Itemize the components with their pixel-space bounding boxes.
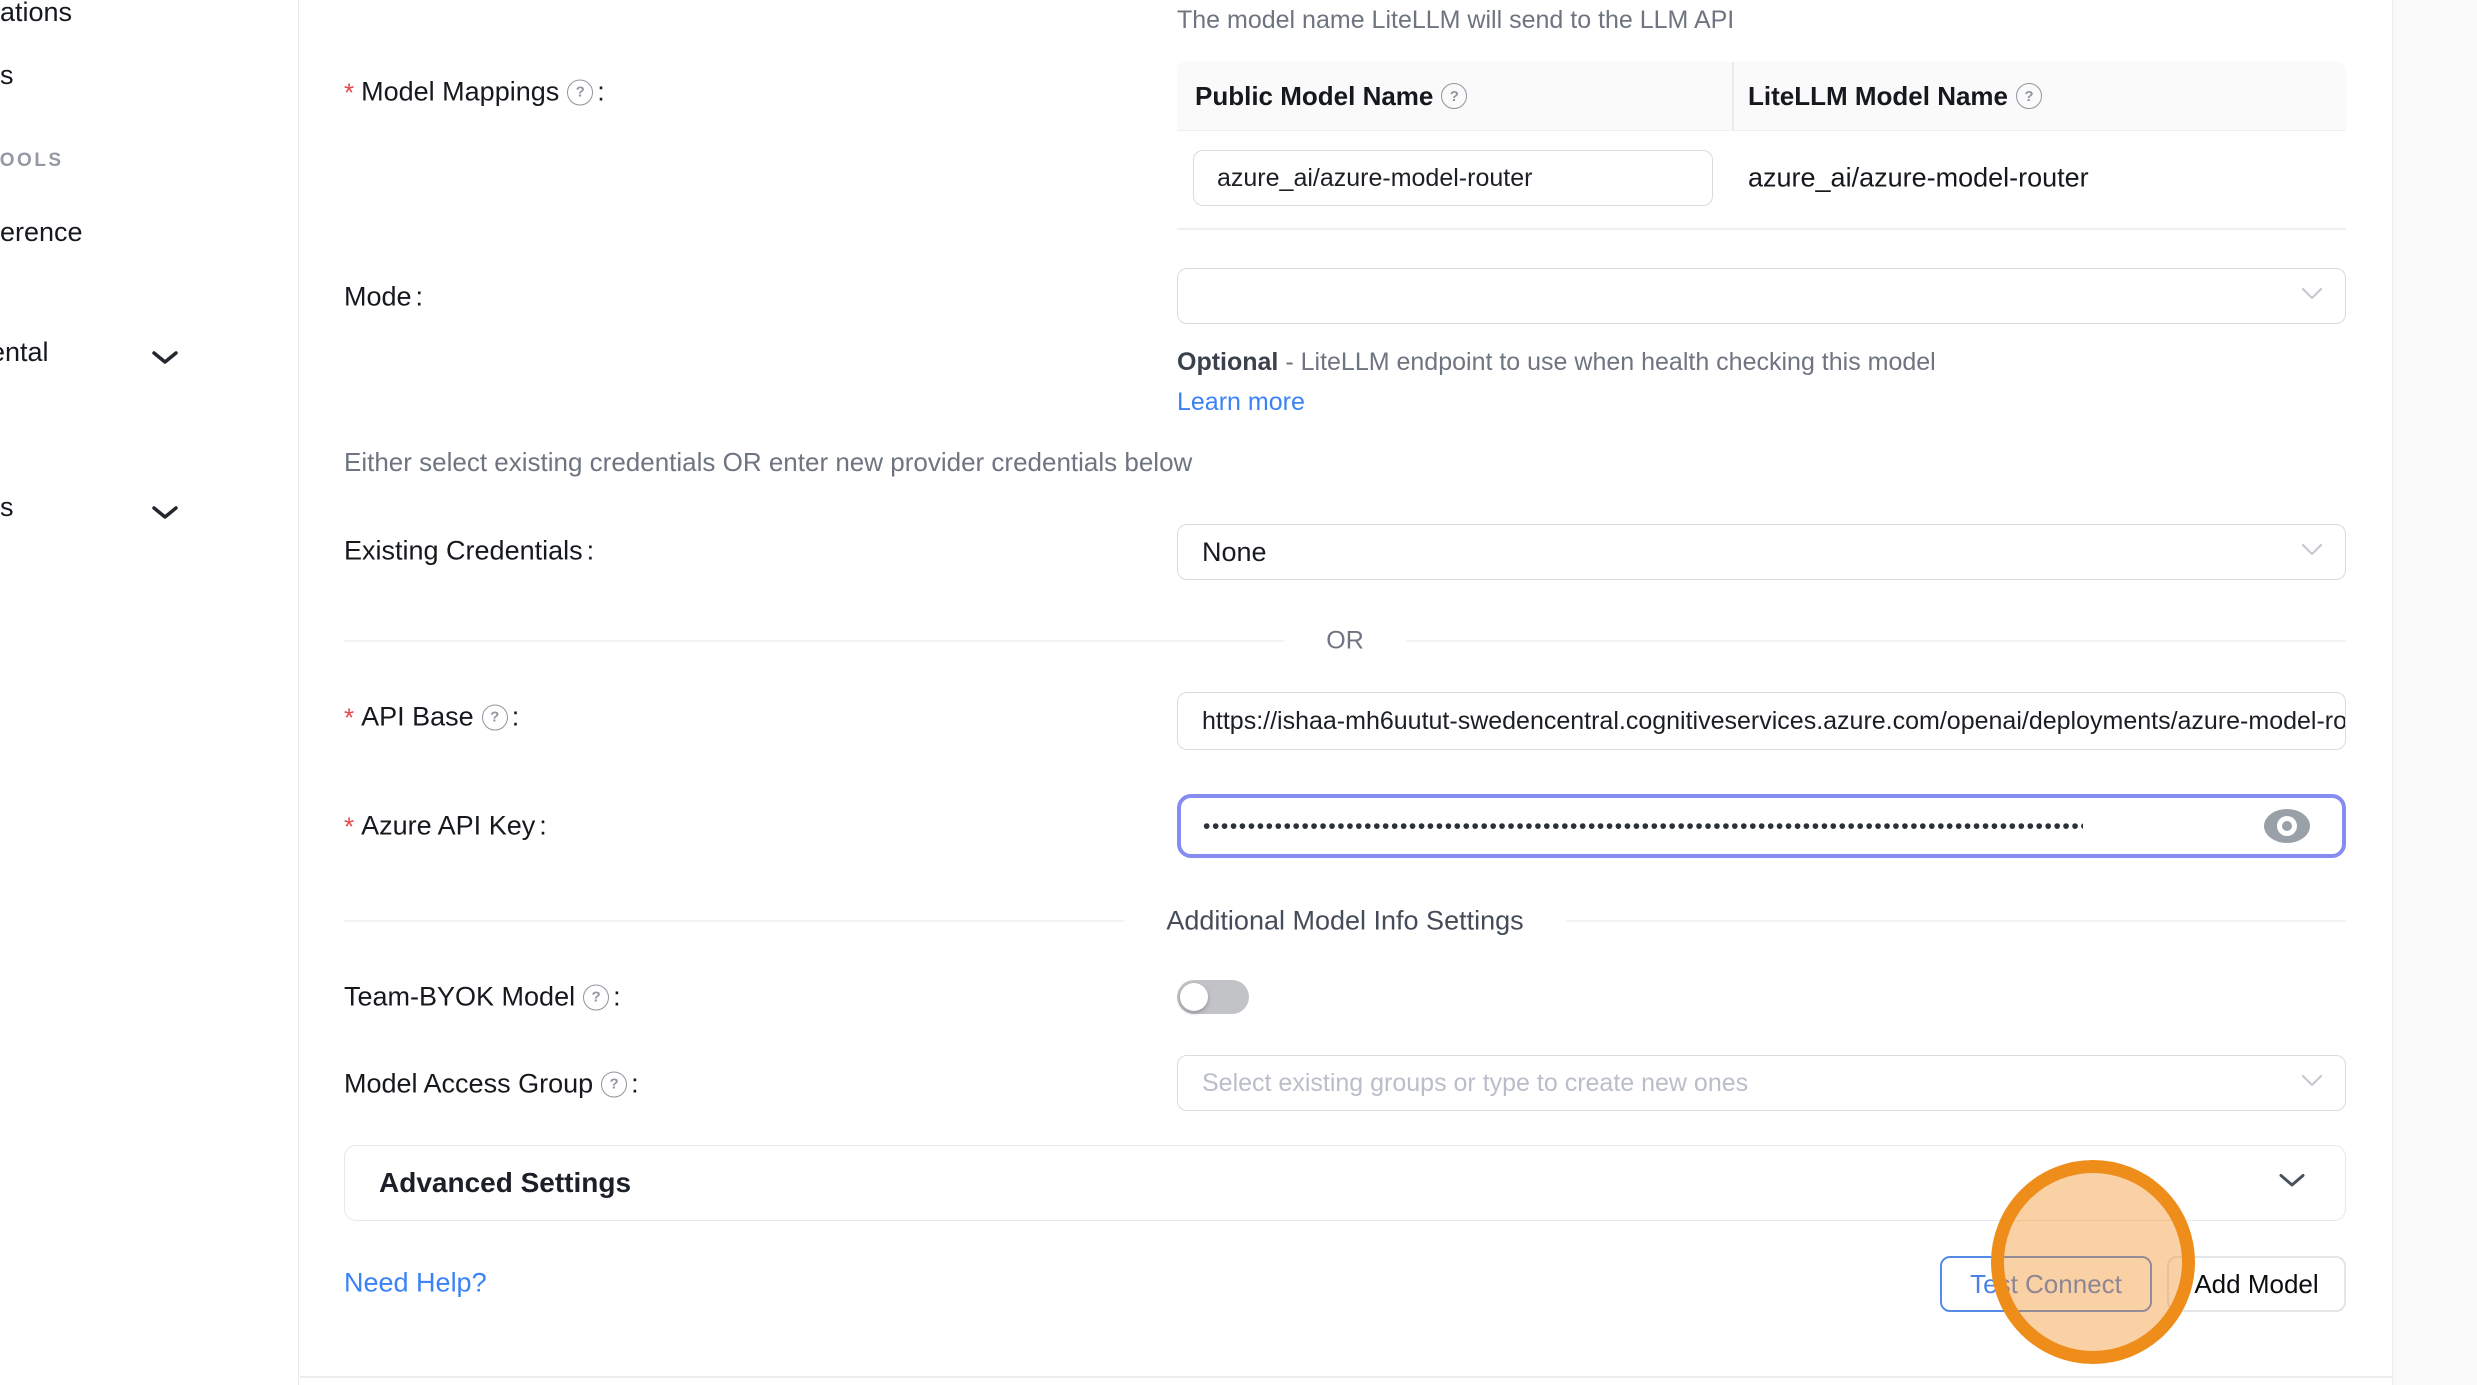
help-icon[interactable]	[583, 984, 609, 1010]
sidebar-item-reference[interactable]: erence	[0, 217, 83, 248]
chevron-down-icon[interactable]	[152, 350, 178, 370]
required-asterisk: *	[344, 79, 354, 105]
sidebar-section-tools: TOOLS	[0, 150, 64, 172]
model-access-group-label: Model Access Group :	[344, 1069, 639, 1100]
help-icon[interactable]	[1441, 83, 1467, 109]
toggle-knob	[1180, 983, 1208, 1011]
chevron-down-icon	[2301, 543, 2323, 561]
add-model-form-page: ations s TOOLS erence ental s The model …	[0, 0, 2477, 1385]
table-column-divider	[1732, 62, 1734, 130]
mode-hint-text: Optional - LiteLLM endpoint to use when …	[1177, 342, 1992, 422]
credentials-note: Either select existing credentials OR en…	[344, 447, 1192, 478]
chevron-down-icon	[2301, 1074, 2323, 1092]
model-mappings-label: * Model Mappings :	[344, 77, 605, 108]
sidebar-item-experimental[interactable]: ental	[0, 337, 49, 368]
or-divider: OR	[344, 627, 2346, 656]
add-model-button[interactable]: Add Model	[2167, 1256, 2346, 1312]
learn-more-link[interactable]: Learn more	[1177, 388, 1305, 416]
advanced-settings-panel[interactable]: Advanced Settings	[344, 1145, 2346, 1221]
help-icon[interactable]	[482, 704, 508, 730]
azure-api-key-input[interactable]: ••••••••••••••••••••••••••••••••••••••••…	[1177, 794, 2346, 858]
existing-credentials-label: Existing Credentials:	[344, 536, 594, 567]
card-bottom-border	[300, 1376, 2392, 1378]
api-base-label: * API Base :	[344, 702, 519, 733]
chevron-down-icon[interactable]	[152, 505, 178, 525]
divider-line	[344, 640, 1284, 642]
litellm-model-name-value: azure_ai/azure-model-router	[1748, 163, 2089, 194]
team-byok-label: Team-BYOK Model :	[344, 982, 621, 1013]
divider-line	[1566, 920, 2346, 922]
sidebar-item-models[interactable]: s	[0, 60, 14, 91]
page-background-right	[2392, 0, 2477, 1385]
need-help-link[interactable]: Need Help?	[344, 1268, 487, 1299]
test-connect-button[interactable]: Test Connect	[1940, 1256, 2152, 1312]
model-access-group-select[interactable]: Select existing groups or type to create…	[1177, 1055, 2346, 1111]
masked-password-value: ••••••••••••••••••••••••••••••••••••••••…	[1181, 816, 2083, 837]
help-icon[interactable]	[601, 1071, 627, 1097]
sidebar-item-organizations[interactable]: ations	[0, 0, 72, 28]
column-header-litellm-model-name: LiteLLM Model Name	[1748, 62, 2042, 130]
api-base-input[interactable]: https://ishaa-mh6uutut-swedencentral.cog…	[1177, 692, 2346, 750]
sidebar-item-settings[interactable]: s	[0, 492, 14, 523]
existing-credentials-select[interactable]: None	[1177, 524, 2346, 580]
column-header-public-model-name: Public Model Name	[1195, 62, 1467, 130]
additional-info-divider: Additional Model Info Settings	[344, 906, 2346, 937]
help-icon[interactable]	[567, 79, 593, 105]
eye-icon[interactable]	[2264, 809, 2310, 843]
chevron-down-icon	[2279, 1173, 2305, 1193]
divider-line	[1406, 640, 2346, 642]
table-row-border	[1177, 228, 2346, 230]
mode-select[interactable]	[1177, 268, 2346, 324]
divider-line	[344, 920, 1124, 922]
model-name-helper-text: The model name LiteLLM will send to the …	[1177, 6, 1734, 35]
sidebar: ations s TOOLS erence ental s	[0, 0, 299, 1385]
required-asterisk: *	[344, 704, 354, 730]
team-byok-toggle[interactable]	[1177, 980, 1249, 1014]
public-model-name-input[interactable]: azure_ai/azure-model-router	[1193, 150, 1713, 206]
help-icon[interactable]	[2016, 83, 2042, 109]
required-asterisk: *	[344, 813, 354, 839]
azure-api-key-label: * Azure API Key :	[344, 811, 547, 842]
mode-label: Mode:	[344, 282, 423, 313]
chevron-down-icon	[2301, 287, 2323, 305]
